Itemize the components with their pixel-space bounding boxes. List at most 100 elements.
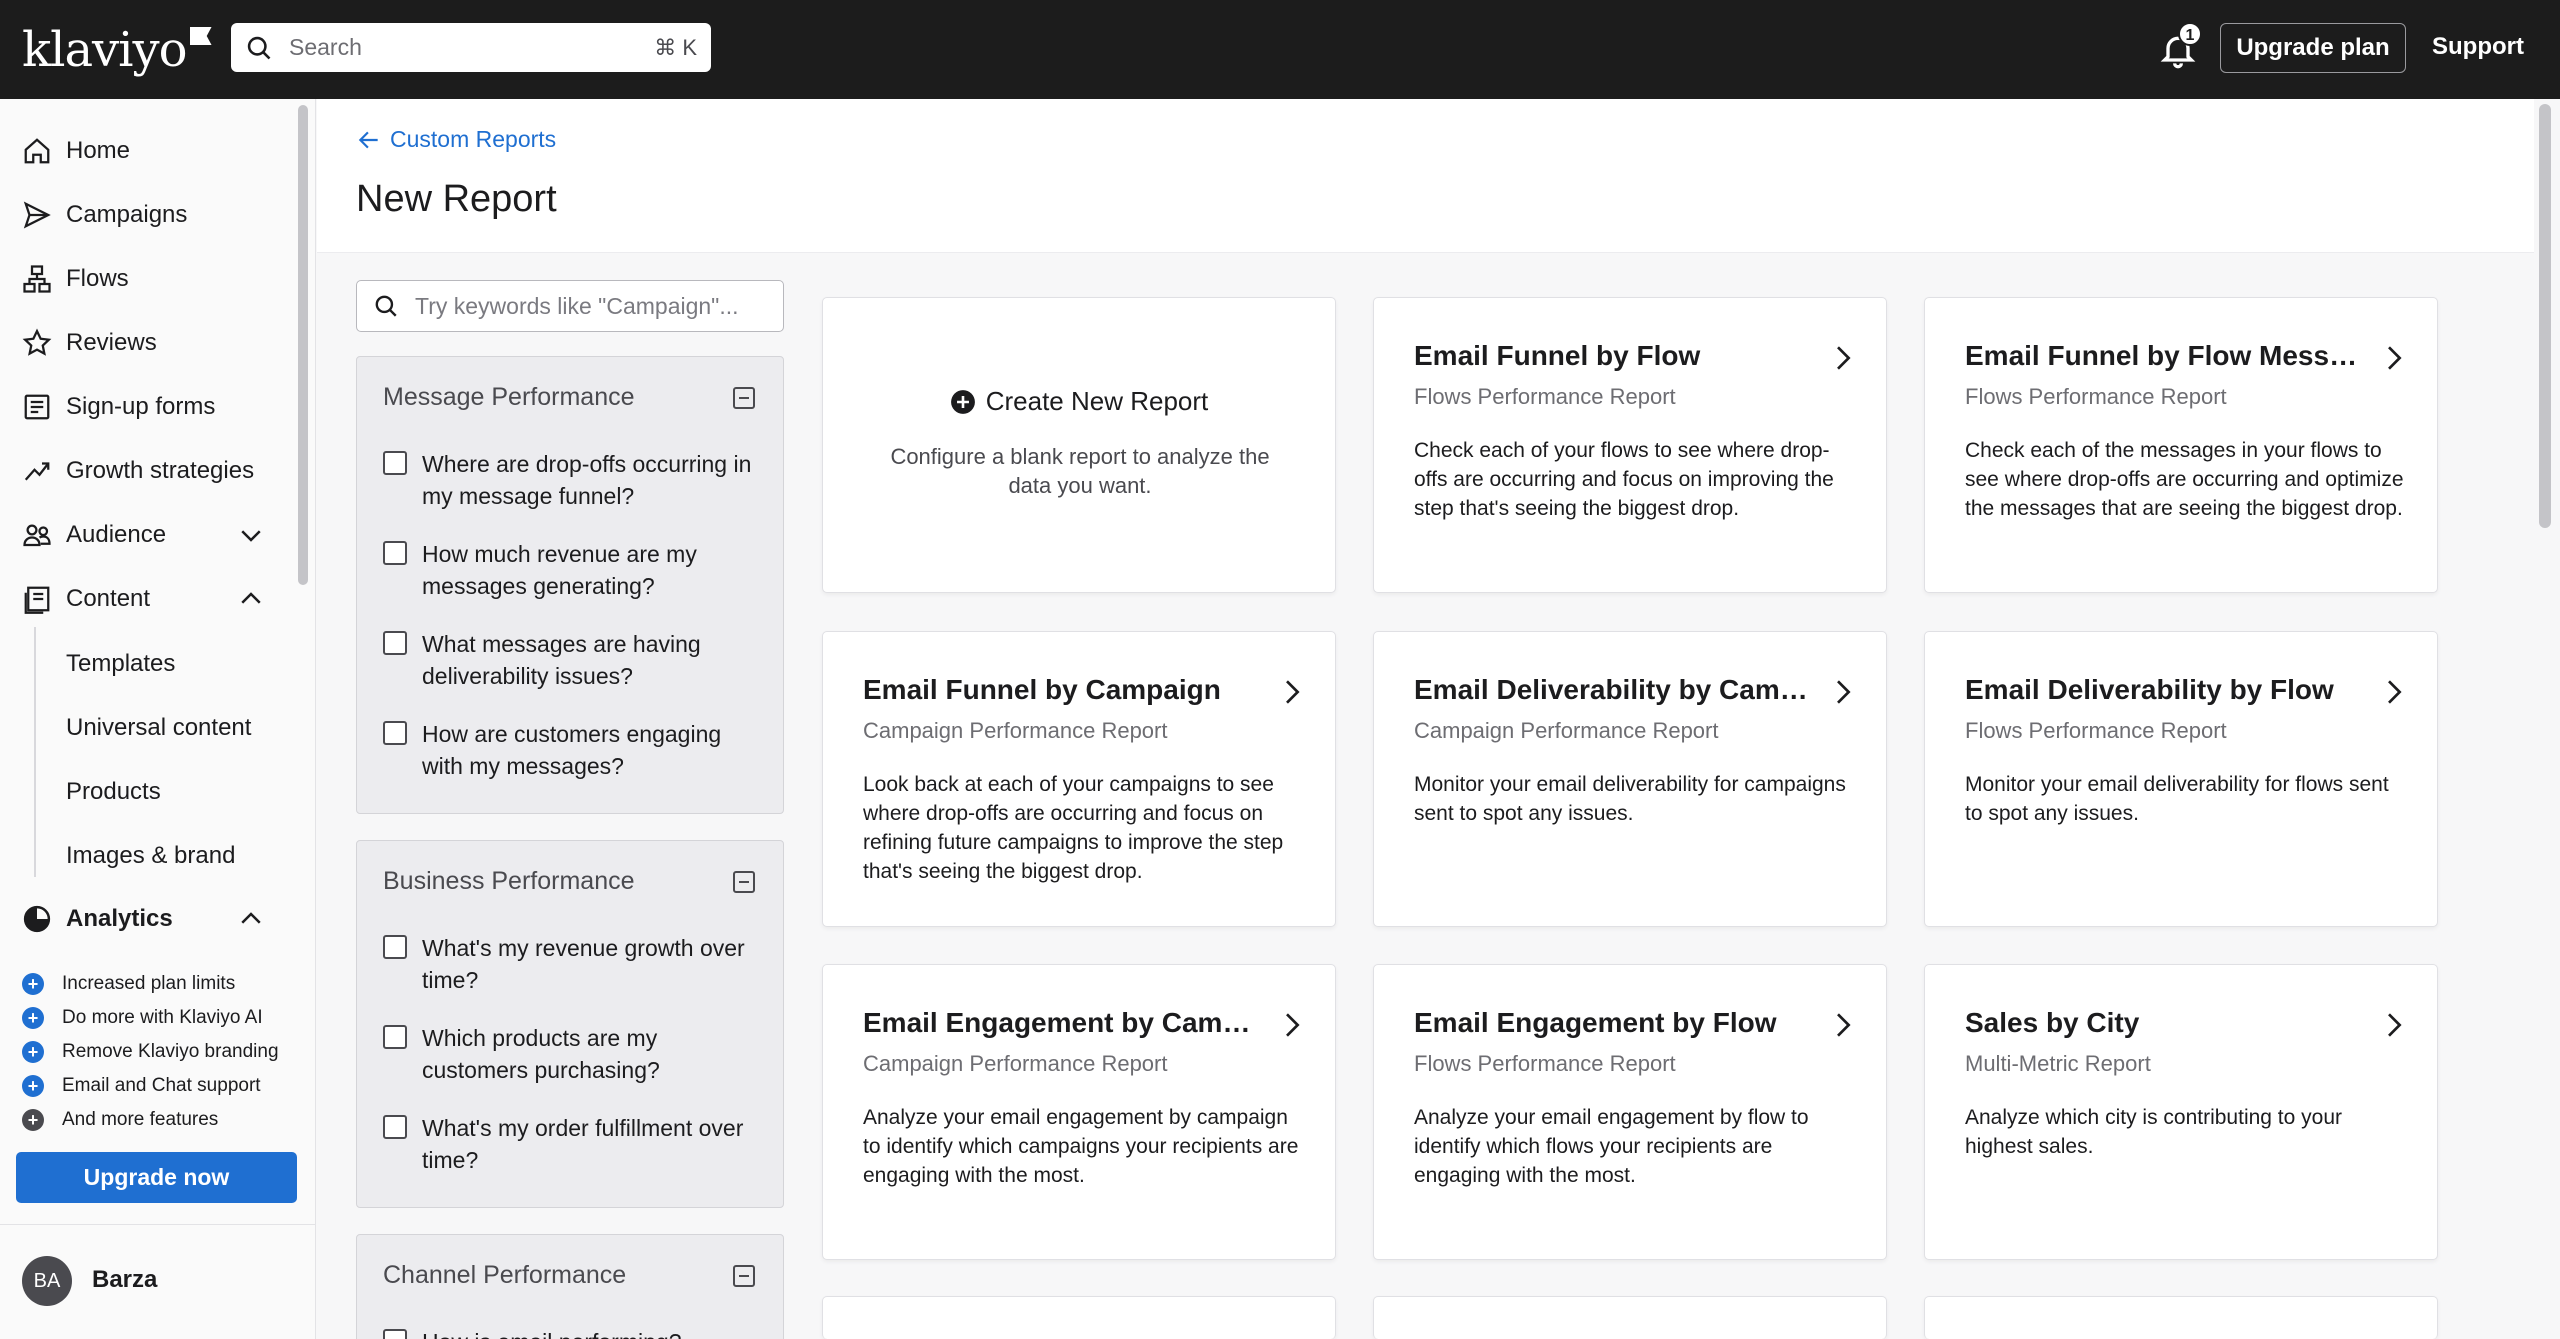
global-search-input[interactable]: Search ⌘ K — [231, 23, 711, 72]
collapse-icon[interactable] — [733, 871, 755, 893]
checkbox[interactable] — [383, 721, 407, 745]
plus-icon: + — [22, 1041, 44, 1063]
search-icon — [247, 36, 271, 59]
page-header — [317, 99, 2534, 253]
benefit-item: + And more features — [22, 1103, 279, 1137]
create-new-report-card[interactable]: Create New Report Configure a blank repo… — [822, 297, 1336, 593]
create-report-title: Create New Report — [823, 386, 1335, 417]
chevron-right-icon — [2388, 680, 2402, 704]
report-card-description: Analyze your email engagement by campaig… — [863, 1106, 1299, 1187]
chevron-up-icon[interactable] — [236, 904, 266, 934]
filter-group-message-performance: Message Performance Where are drop-offs … — [356, 356, 784, 814]
trend-icon — [24, 462, 50, 481]
top-bar: klaviyo Search ⌘ K 1 Upgrade plan Suppor… — [0, 0, 2560, 99]
report-card[interactable]: Email Engagement by Campaign Campaign Pe… — [822, 964, 1336, 1260]
report-card-partial[interactable] — [1373, 1296, 1887, 1339]
report-search-input[interactable] — [415, 292, 767, 320]
sidebar-item-flows[interactable]: Flows — [22, 257, 129, 301]
chevron-down-icon[interactable] — [236, 520, 266, 550]
filter-option[interactable]: What's my order fulfillment over time? — [383, 1112, 763, 1176]
filter-group-title: Message Performance — [383, 383, 635, 411]
account-name[interactable]: Barza — [92, 1266, 157, 1294]
sidebar-item-audience[interactable]: Audience — [22, 513, 272, 557]
report-card-partial[interactable] — [822, 1296, 1336, 1339]
notifications-button[interactable]: 1 — [2158, 22, 2202, 70]
sidebar-item-signup-forms[interactable]: Sign-up forms — [22, 385, 215, 429]
filter-option[interactable]: How much revenue are my messages generat… — [383, 538, 763, 602]
report-card-title: Email Deliverability by Flow — [1965, 674, 2334, 705]
report-card[interactable]: Email Deliverability by Campaign Campaig… — [1373, 631, 1887, 927]
sidebar-item-label: Audience — [66, 521, 167, 548]
sidebar-item-campaigns[interactable]: Campaigns — [22, 193, 187, 237]
sidebar-item-home[interactable]: Home — [22, 129, 130, 173]
report-card[interactable]: Email Funnel by Flow Flows Performance R… — [1373, 297, 1887, 593]
filter-option[interactable]: Where are drop-offs occurring in my mess… — [383, 448, 763, 512]
chevron-right-icon — [1837, 1013, 1851, 1037]
sidebar-item-reviews[interactable]: Reviews — [22, 321, 157, 365]
sidebar-item-analytics[interactable]: Analytics — [22, 897, 173, 941]
chevron-right-icon — [1837, 346, 1851, 370]
filter-group-business-performance: Business Performance What's my revenue g… — [356, 840, 784, 1208]
collapse-icon[interactable] — [733, 1265, 755, 1287]
filter-option-label: How are customers engaging with my messa… — [422, 721, 722, 779]
breadcrumb[interactable]: Custom Reports — [356, 126, 556, 153]
filter-option[interactable]: Which products are my customers purchasi… — [383, 1022, 763, 1086]
report-card-title: Email Funnel by Campaign — [863, 674, 1221, 705]
sidebar-scrollbar[interactable] — [298, 105, 308, 585]
report-card[interactable]: Email Deliverability by Flow Flows Perfo… — [1924, 631, 2438, 927]
avatar[interactable]: BA — [22, 1256, 72, 1306]
report-card-type: Campaign Performance Report — [863, 718, 1168, 743]
sidebar-item-content[interactable]: Content — [22, 577, 150, 621]
logo-flag-icon — [189, 27, 212, 45]
checkbox[interactable] — [383, 935, 407, 959]
sidebar-subitem-images-brand[interactable]: Images & brand — [66, 842, 235, 870]
sidebar-subitem-templates[interactable]: Templates — [66, 650, 175, 678]
report-card-title: Sales by City — [1965, 1007, 2140, 1038]
upgrade-plan-button[interactable]: Upgrade plan — [2220, 23, 2406, 73]
report-card-type: Flows Performance Report — [1965, 384, 2227, 409]
plan-benefits-list: + Increased plan limits + Do more with Kla… — [22, 967, 279, 1137]
report-card[interactable]: Email Funnel by Flow Message Flows Perfo… — [1924, 297, 2438, 593]
collapse-icon[interactable] — [733, 387, 755, 409]
report-card-type: Flows Performance Report — [1414, 384, 1676, 409]
filter-option[interactable]: What's my revenue growth over time? — [383, 932, 763, 996]
upgrade-now-button[interactable]: Upgrade now — [16, 1152, 297, 1203]
send-icon — [23, 201, 51, 229]
main-scrollbar[interactable] — [2539, 104, 2551, 528]
sidebar-subitem-products[interactable]: Products — [66, 778, 161, 806]
report-card-title: Email Funnel by Flow Message — [1965, 340, 2365, 371]
checkbox[interactable] — [383, 1329, 407, 1339]
checkbox[interactable] — [383, 451, 407, 475]
checkbox[interactable] — [383, 1115, 407, 1139]
filter-option-label: What's my order fulfillment over time? — [422, 1115, 744, 1173]
report-card-type: Flows Performance Report — [1414, 1051, 1676, 1076]
report-card-title: Email Deliverability by Campaign — [1414, 674, 1814, 705]
report-card-partial[interactable] — [1924, 1296, 2438, 1339]
filter-option[interactable]: How is email performing? — [383, 1326, 763, 1339]
report-card[interactable]: Email Funnel by Campaign Campaign Perfor… — [822, 631, 1336, 927]
chevron-right-icon — [2388, 346, 2402, 370]
logo-text: klaviyo — [22, 22, 188, 78]
sidebar-item-label: Growth strategies — [66, 457, 255, 484]
report-card-description: Analyze which city is contributing to yo… — [1965, 1106, 2343, 1158]
sidebar-item-growth-strategies[interactable]: Growth strategies — [22, 449, 254, 493]
checkbox[interactable] — [383, 1025, 407, 1049]
filter-option[interactable]: How are customers engaging with my messa… — [383, 718, 763, 782]
filter-option-label: How much revenue are my messages generat… — [422, 541, 697, 599]
filter-option[interactable]: What messages are having deliverability … — [383, 628, 763, 692]
report-card-description: Check each of your flows to see where dr… — [1414, 439, 1834, 520]
report-card[interactable]: Sales by City Multi-Metric Report Analyz… — [1924, 964, 2438, 1260]
report-card[interactable]: Email Engagement by Flow Flows Performan… — [1373, 964, 1887, 1260]
sidebar-item-label: Sign-up forms — [66, 393, 216, 420]
checkbox[interactable] — [383, 631, 407, 655]
report-card-type: Multi-Metric Report — [1965, 1051, 2151, 1076]
benefit-item: + Remove Klaviyo branding — [22, 1035, 279, 1069]
checkbox[interactable] — [383, 541, 407, 565]
klaviyo-logo[interactable]: klaviyo — [22, 22, 212, 78]
filter-option-label: Which products are my customers purchasi… — [422, 1025, 660, 1083]
report-search-field[interactable] — [356, 280, 784, 332]
arrow-left-icon — [358, 131, 378, 148]
sidebar-subitem-universal-content[interactable]: Universal content — [66, 714, 251, 742]
support-link[interactable]: Support — [2432, 33, 2524, 61]
chevron-up-icon[interactable] — [236, 584, 266, 614]
